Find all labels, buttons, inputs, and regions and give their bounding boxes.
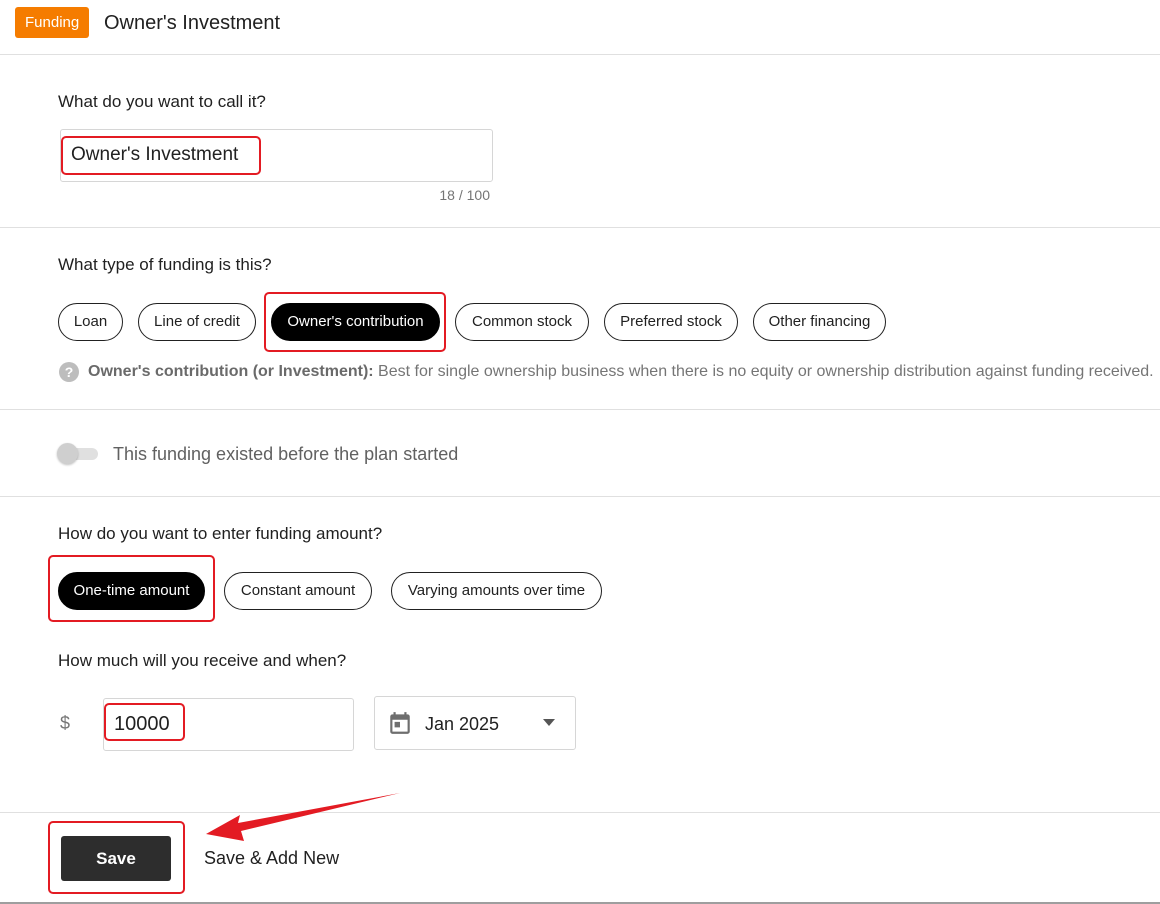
annotation-arrow-icon bbox=[206, 793, 400, 841]
divider bbox=[0, 496, 1160, 497]
help-body: Best for single ownership business when … bbox=[373, 363, 1154, 380]
type-option-common-stock[interactable]: Common stock bbox=[455, 303, 589, 341]
entry-question: How do you want to enter funding amount? bbox=[58, 524, 383, 543]
date-value[interactable]: Jan 2025 bbox=[425, 713, 499, 735]
entry-option-varying[interactable]: Varying amounts over time bbox=[391, 572, 602, 610]
character-counter: 18 / 100 bbox=[439, 187, 490, 203]
calendar-icon bbox=[390, 712, 410, 734]
question-icon: ? bbox=[59, 362, 79, 382]
page-title: Owner's Investment bbox=[104, 12, 281, 34]
toggle-label: This funding existed before the plan sta… bbox=[113, 444, 459, 464]
type-option-preferred-stock[interactable]: Preferred stock bbox=[604, 303, 738, 341]
divider bbox=[0, 227, 1160, 228]
type-option-owners-contribution[interactable]: Owner's contribution bbox=[271, 303, 440, 341]
save-button[interactable]: Save bbox=[61, 836, 171, 881]
type-option-other-financing[interactable]: Other financing bbox=[753, 303, 886, 341]
funding-badge: Funding bbox=[15, 7, 90, 38]
name-question: What do you want to call it? bbox=[58, 92, 266, 111]
type-question: What type of funding is this? bbox=[58, 255, 272, 274]
amount-input-value[interactable]: 10000 bbox=[114, 713, 170, 736]
type-option-loan[interactable]: Loan bbox=[58, 303, 123, 341]
help-title: Owner's contribution (or Investment): bbox=[88, 363, 374, 380]
save-and-add-new-button[interactable]: Save & Add New bbox=[204, 848, 339, 869]
name-input-value[interactable]: Owner's Investment bbox=[71, 144, 238, 166]
entry-option-one-time[interactable]: One-time amount bbox=[58, 572, 205, 610]
type-help-text: Owner's contribution (or Investment): Be… bbox=[88, 362, 1154, 382]
toggle-thumb[interactable] bbox=[57, 443, 78, 464]
amount-question: How much will you receive and when? bbox=[58, 651, 347, 670]
entry-option-constant[interactable]: Constant amount bbox=[224, 572, 372, 610]
currency-symbol: $ bbox=[60, 713, 71, 733]
chevron-down-icon[interactable] bbox=[543, 719, 555, 726]
divider bbox=[0, 409, 1160, 410]
divider bbox=[0, 812, 1160, 813]
type-option-line-of-credit[interactable]: Line of credit bbox=[138, 303, 256, 341]
